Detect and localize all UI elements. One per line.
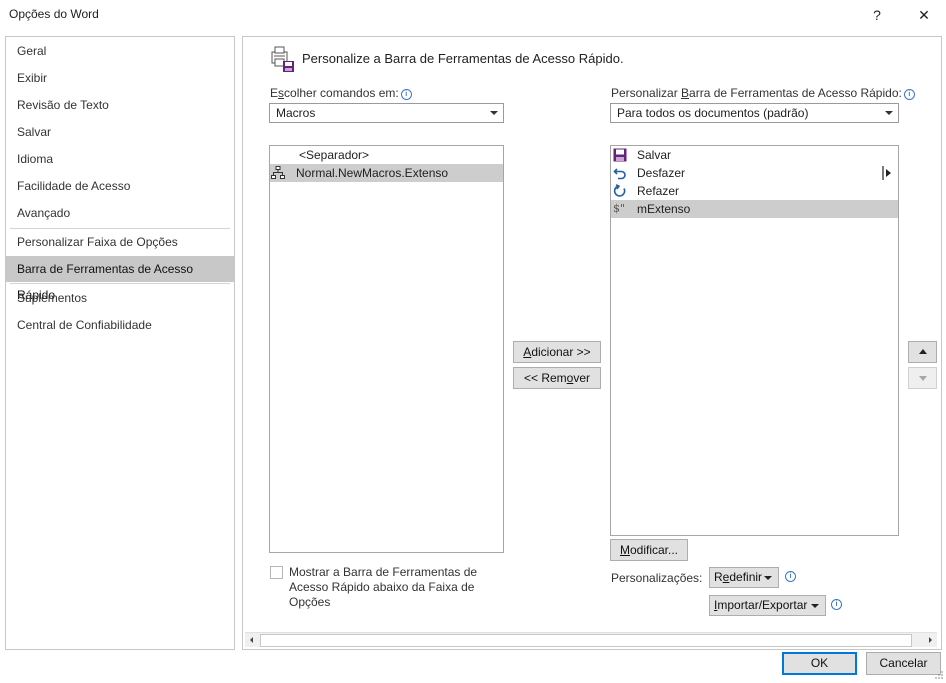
nav-divider: [10, 283, 230, 284]
available-commands-list[interactable]: <Separador> Normal.NewMacros.Extenso: [269, 145, 504, 553]
toolbar-commands-list[interactable]: Salvar Desfazer Refazer $" mExtenso: [610, 145, 899, 536]
nav-item-exibir[interactable]: Exibir: [6, 65, 234, 91]
redo-icon: [613, 184, 627, 198]
nav-item-confiabilidade[interactable]: Central de Confiabilidade: [6, 312, 234, 338]
triangle-up-icon: [919, 349, 927, 354]
chevron-down-icon: [811, 604, 819, 608]
move-up-button[interactable]: [908, 341, 937, 363]
info-icon[interactable]: i: [903, 89, 915, 100]
nav-item-salvar[interactable]: Salvar: [6, 119, 234, 145]
nav-item-avancado[interactable]: Avançado: [6, 200, 234, 226]
info-icon[interactable]: i: [400, 89, 412, 100]
ok-button[interactable]: OK: [782, 652, 857, 675]
chevron-down-icon: [764, 576, 772, 580]
add-button[interactable]: Adicionar >>: [513, 341, 601, 363]
options-nav: Geral Exibir Revisão de Texto Salvar Idi…: [5, 36, 235, 650]
modify-button[interactable]: Modificar...: [610, 539, 688, 561]
resize-grip-icon[interactable]: [934, 669, 944, 679]
save-icon: [613, 148, 627, 162]
nav-item-idioma[interactable]: Idioma: [6, 146, 234, 172]
separator-arrow-icon: [882, 166, 892, 180]
undo-icon: [613, 166, 627, 180]
chevron-down-icon: [885, 111, 893, 115]
show-below-ribbon-checkbox[interactable]: [270, 566, 283, 579]
nav-item-acesso-rapido[interactable]: Barra de Ferramentas de Acesso Rápido: [6, 256, 234, 302]
nav-item-suplementos[interactable]: Suplementos: [6, 285, 234, 311]
info-icon[interactable]: i: [831, 599, 842, 610]
macro-dollar-icon: $": [613, 202, 626, 215]
remove-button[interactable]: << Remover: [513, 367, 601, 389]
nav-item-revisao[interactable]: Revisão de Texto: [6, 92, 234, 118]
scroll-right-icon[interactable]: [924, 634, 936, 646]
macro-icon: [271, 166, 285, 180]
nav-item-acessibilidade[interactable]: Facilidade de Acesso: [6, 173, 234, 199]
show-below-ribbon-label: Mostrar a Barra de Ferramentas de Acesso…: [289, 565, 478, 609]
help-button[interactable]: ?: [855, 0, 899, 30]
import-export-button[interactable]: Importar/Exportar: [709, 595, 826, 616]
customize-toolbar-label: Personalizar Barra de Ferramentas de Ace…: [611, 86, 915, 100]
info-icon[interactable]: i: [785, 571, 796, 582]
scroll-left-icon[interactable]: [246, 634, 258, 646]
cancel-button[interactable]: Cancelar: [866, 652, 941, 675]
close-icon: ✕: [918, 6, 930, 23]
list-item[interactable]: Refazer: [611, 182, 898, 200]
triangle-down-icon: [919, 376, 927, 381]
help-icon: ?: [873, 7, 881, 23]
window-title: Opções do Word: [9, 7, 99, 21]
choose-commands-dropdown[interactable]: Macros: [269, 103, 504, 123]
nav-item-faixa-opcoes[interactable]: Personalizar Faixa de Opções: [6, 229, 234, 255]
list-item[interactable]: Normal.NewMacros.Extenso: [270, 164, 503, 182]
chevron-down-icon: [490, 111, 498, 115]
list-item[interactable]: Desfazer: [611, 164, 898, 182]
page-heading: Personalize a Barra de Ferramentas de Ac…: [302, 51, 624, 66]
list-item[interactable]: Salvar: [611, 146, 898, 164]
horizontal-scrollbar[interactable]: [245, 632, 937, 647]
move-down-button[interactable]: [908, 367, 937, 389]
nav-item-geral[interactable]: Geral: [6, 38, 234, 64]
close-button[interactable]: ✕: [902, 0, 946, 30]
list-item[interactable]: $" mExtenso: [611, 200, 898, 218]
scrollbar-thumb[interactable]: [260, 634, 912, 647]
quick-access-toolbar-icon: [269, 44, 297, 72]
choose-commands-label: Escolher comandos em: i: [270, 86, 412, 100]
customizations-label: Personalizações:: [611, 571, 703, 585]
reset-button[interactable]: Redefinir: [709, 567, 779, 588]
list-item[interactable]: <Separador>: [270, 146, 503, 164]
customize-scope-dropdown[interactable]: Para todos os documentos (padrão): [610, 103, 899, 123]
